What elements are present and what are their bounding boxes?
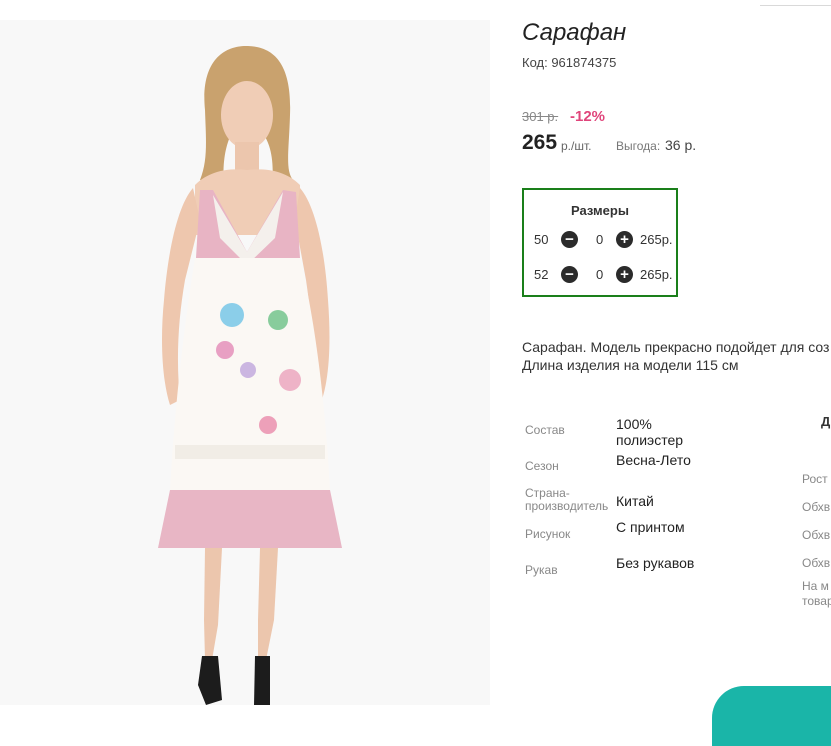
old-price: 301 р. xyxy=(522,109,559,124)
measurement-label: Рост xyxy=(802,472,828,486)
quantity-value: 0 xyxy=(596,232,604,247)
current-price: 265 xyxy=(522,131,558,154)
quantity-value: 0 xyxy=(596,267,604,282)
product-code: Код: 961874375 xyxy=(522,55,617,70)
increase-quantity-button[interactable]: + xyxy=(616,231,633,248)
decrease-quantity-button[interactable]: − xyxy=(561,266,578,283)
increase-quantity-button[interactable]: + xyxy=(616,266,633,283)
description-line: Сарафан. Модель прекрасно подойдет для с… xyxy=(522,339,830,355)
size-label: 50 xyxy=(534,232,549,247)
discount-badge: -12% xyxy=(570,108,606,125)
decrease-quantity-button[interactable]: − xyxy=(561,231,578,248)
size-price: 265р. xyxy=(640,267,673,282)
top-divider xyxy=(760,5,831,6)
size-row-52: 52 − 0 + 265р. xyxy=(534,265,674,285)
property-label: Состав xyxy=(525,423,565,437)
saving-label: Выгода: xyxy=(616,139,661,153)
measurement-label: Обхв xyxy=(802,500,831,514)
chat-widget-tab[interactable] xyxy=(712,686,831,746)
measurements-heading: Д xyxy=(821,414,831,429)
measurement-label: Обхв xyxy=(802,528,831,542)
product-photo[interactable] xyxy=(0,20,490,705)
property-value: 100% полиэстер xyxy=(616,416,684,448)
property-label: Сезон xyxy=(525,459,559,473)
size-label: 52 xyxy=(534,267,549,282)
property-label: Страна-производитель xyxy=(525,486,609,513)
measurement-label: На м xyxy=(802,579,829,593)
sizes-title: Размеры xyxy=(571,203,629,218)
size-price: 265р. xyxy=(640,232,673,247)
property-value: Без рукавов xyxy=(616,555,695,571)
property-value: С принтом xyxy=(616,519,685,535)
property-label: Рукав xyxy=(525,563,558,577)
size-row-50: 50 − 0 + 265р. xyxy=(534,230,674,250)
price-unit: р./шт. xyxy=(561,139,592,153)
model-in-dress-image xyxy=(0,20,490,705)
property-value: Китай xyxy=(616,493,654,509)
description-line: Длина изделия на модели 115 см xyxy=(522,357,739,373)
product-description: Сарафан. Модель прекрасно подойдет для с… xyxy=(522,338,831,374)
product-title: Сарафан xyxy=(522,19,627,46)
saving-value: 36 р. xyxy=(665,137,697,153)
property-label: Рисунок xyxy=(525,527,571,541)
measurement-label: товар xyxy=(802,594,831,608)
property-value: Весна-Лето xyxy=(616,452,691,468)
sizes-panel: Размеры 50 − 0 + 265р. 52 − 0 + 265р. xyxy=(522,188,678,297)
measurement-label: Обхв xyxy=(802,556,831,570)
